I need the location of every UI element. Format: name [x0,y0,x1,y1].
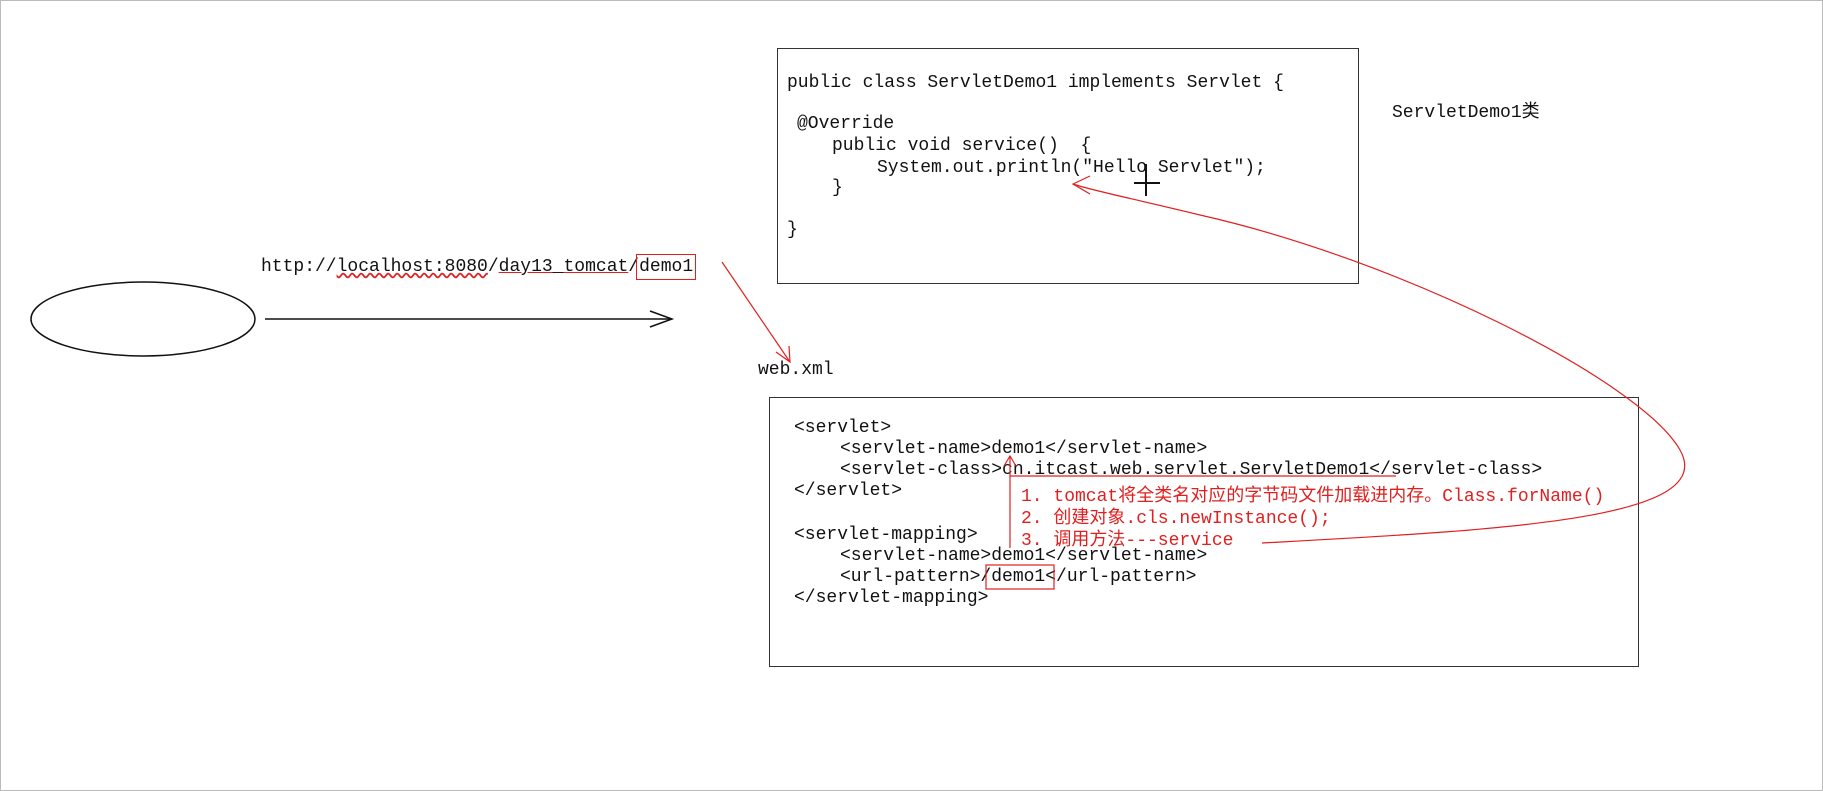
browser-ellipse [30,281,256,357]
url-to-webxml-arrow [721,261,791,363]
cursor-icon [1134,164,1160,196]
url-pattern-highlight [985,564,1055,590]
arrowhead [1071,175,1091,195]
diagram-lines [30,164,1686,590]
service-call-curve [1072,183,1686,544]
